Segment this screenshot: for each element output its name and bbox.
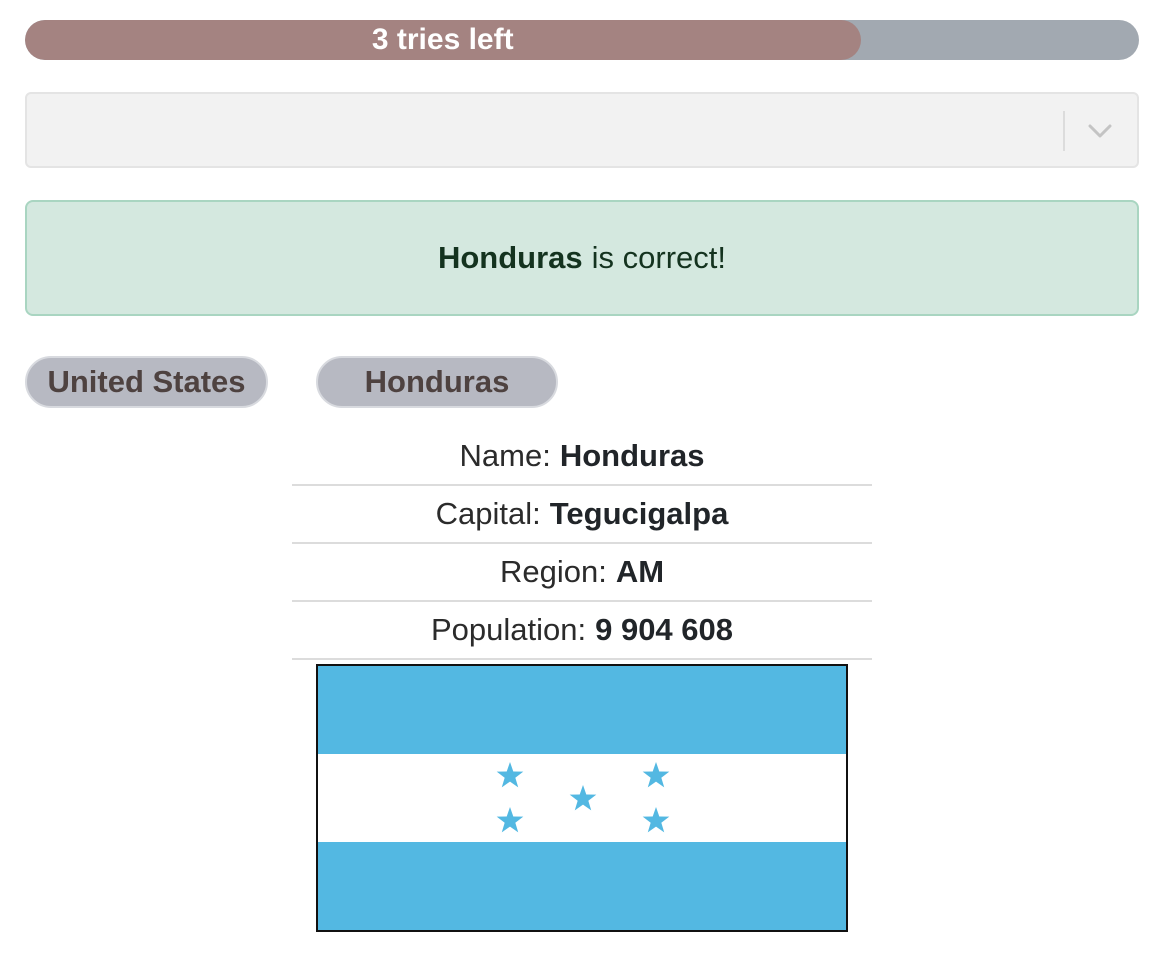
info-label: Region: <box>499 554 607 589</box>
tries-progress-fill: 3 tries left <box>25 20 861 60</box>
guess-chip: Honduras <box>316 356 558 408</box>
info-row-population: Population: 9 904 608 <box>292 602 872 660</box>
guess-chip: United States <box>25 356 268 408</box>
tries-progress-bar: 3 tries left <box>25 20 1139 60</box>
tries-left-label: 3 tries left <box>371 23 514 56</box>
flag-top-stripe <box>318 666 846 754</box>
info-value: Honduras <box>559 438 705 473</box>
country-info-table: Name: Honduras Capital: Tegucigalpa Regi… <box>292 428 872 660</box>
info-row-capital: Capital: Tegucigalpa <box>292 486 872 544</box>
alert-message: is correct! <box>591 240 727 275</box>
select-separator <box>1063 111 1065 151</box>
country-flag <box>316 664 848 932</box>
info-label: Population: <box>430 612 587 647</box>
alert-country: Honduras <box>437 240 583 275</box>
info-value: 9 904 608 <box>595 612 734 647</box>
chevron-down-icon[interactable] <box>1085 116 1115 146</box>
info-label: Name: <box>459 438 551 473</box>
flag-bottom-stripe <box>318 842 846 930</box>
info-value: AM <box>615 554 665 589</box>
country-select[interactable] <box>25 92 1139 168</box>
guess-label: United States <box>47 364 246 399</box>
info-label: Capital: <box>435 496 541 531</box>
info-value: Tegucigalpa <box>549 496 729 531</box>
guess-label: Honduras <box>364 364 510 399</box>
result-alert: Honduras is correct! <box>25 200 1139 316</box>
honduras-flag-image <box>318 666 846 930</box>
info-row-name: Name: Honduras <box>292 428 872 486</box>
info-row-region: Region: AM <box>292 544 872 602</box>
